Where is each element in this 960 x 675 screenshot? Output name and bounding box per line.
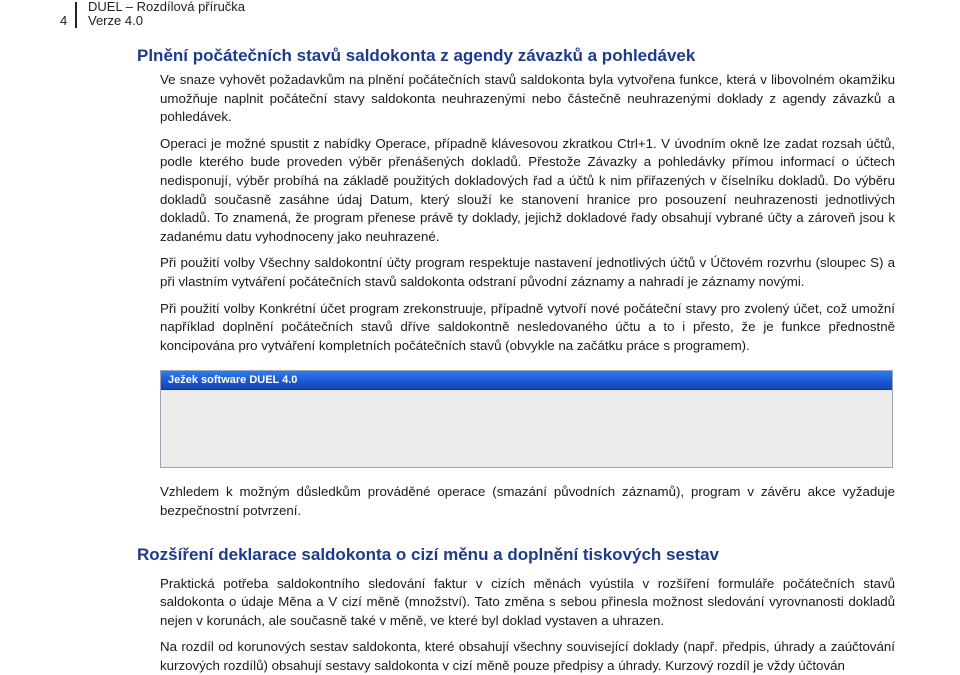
page-content: Plnění počátečních stavů saldokonta z ag… <box>137 46 937 675</box>
section-body: Ve snaze vyhovět požadavkům na plnění po… <box>160 71 895 521</box>
paragraph: Vzhledem k možným důsledkům prováděné op… <box>160 483 895 520</box>
paragraph: Operaci je možné spustit z nabídky Opera… <box>160 135 895 247</box>
page-header: 4 DUEL – Rozdílová příručka Verze 4.0 <box>0 0 960 36</box>
paragraph: Praktická potřeba saldokontního sledován… <box>160 575 895 631</box>
window-body <box>161 390 892 467</box>
document-title: DUEL – Rozdílová příručka <box>88 0 245 13</box>
paragraph: Ve snaze vyhovět požadavkům na plnění po… <box>160 71 895 127</box>
header-divider <box>75 2 77 28</box>
section-heading: Rozšíření deklarace saldokonta o cizí mě… <box>137 545 937 565</box>
section-initial-states: Plnění počátečních stavů saldokonta z ag… <box>137 46 937 521</box>
window-title: Ježek software DUEL 4.0 <box>161 371 892 390</box>
section-heading: Plnění počátečních stavů saldokonta z ag… <box>137 46 937 66</box>
document-version: Verze 4.0 <box>88 14 143 27</box>
application-window-screenshot: Ježek software DUEL 4.0 <box>160 370 893 468</box>
section-currency-extension: Rozšíření deklarace saldokonta o cizí mě… <box>137 545 937 675</box>
page-number: 4 <box>60 13 67 28</box>
paragraph: Při použití volby Konkrétní účet program… <box>160 300 895 356</box>
section-body: Praktická potřeba saldokontního sledován… <box>160 575 895 675</box>
paragraph: Na rozdíl od korunových sestav saldokont… <box>160 638 895 675</box>
paragraph: Při použití volby Všechny saldokontní úč… <box>160 254 895 291</box>
